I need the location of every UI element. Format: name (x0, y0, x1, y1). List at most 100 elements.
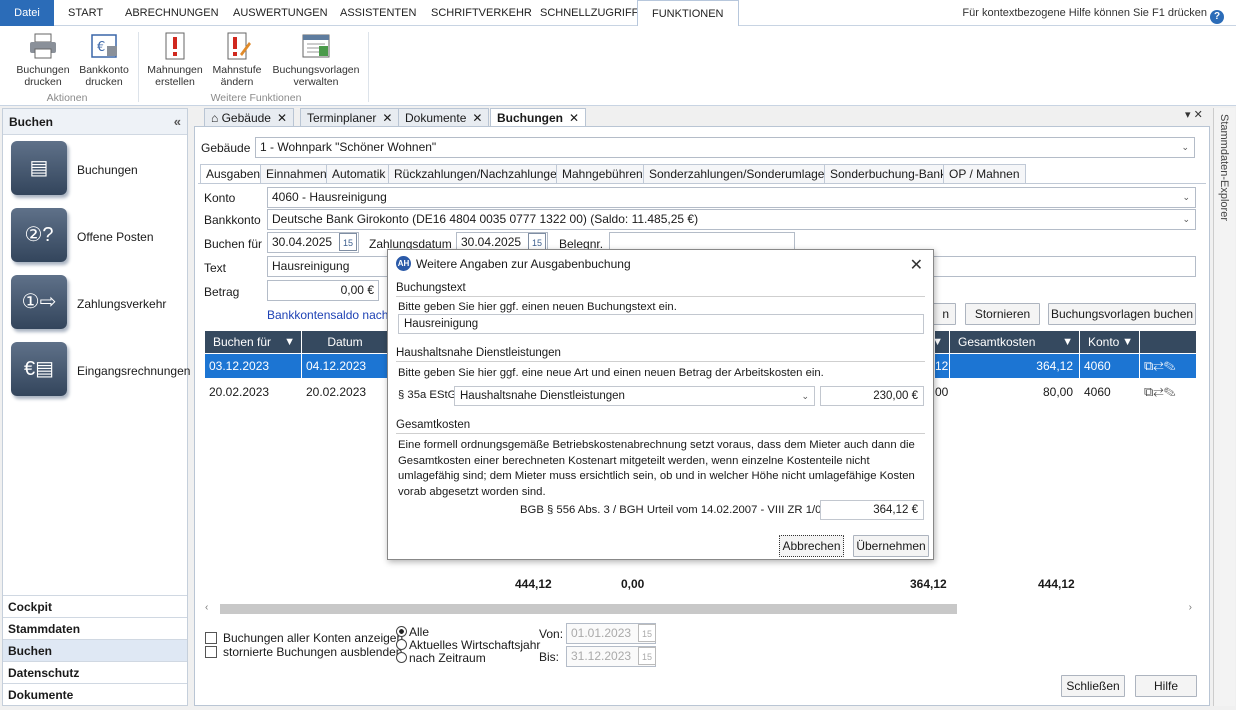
tab-sonderzahlungen[interactable]: Sonderzahlungen/Sonderumlagen (643, 164, 838, 183)
doc-tab-buchungen[interactable]: Buchungen ✕ (490, 108, 587, 126)
file-menu[interactable]: Datei (0, 0, 54, 26)
manage-templates-button[interactable]: Buchungsvorlagen verwalten (270, 30, 362, 88)
close-icon[interactable]: ✕ (382, 111, 392, 125)
table-cell[interactable]: 4060 (1080, 380, 1139, 404)
nav-buchen[interactable]: Buchen (3, 639, 187, 661)
collapse-icon[interactable]: « (174, 109, 181, 135)
bankkonto-select[interactable]: Deutsche Bank Girokonto (DE16 4804 0035 … (267, 209, 1196, 230)
change-reminder-level-button[interactable]: Mahnstufe ändern (208, 30, 266, 88)
tab-auswertungen[interactable]: AUSWERTUNGEN (219, 0, 342, 26)
help-button[interactable]: Hilfe (1135, 675, 1197, 697)
doc-tab-dokumente[interactable]: Dokumente ✕ (398, 108, 490, 126)
dienstleistung-select[interactable]: Haushaltsnahe Dienstleistungen ⌄ (454, 386, 815, 406)
table-cell[interactable]: 364,12 (950, 354, 1079, 378)
print-bank-button[interactable]: € Bankkonto drucken (74, 30, 134, 88)
betrag-input[interactable]: 0,00 € (267, 280, 379, 301)
close-all-icon[interactable]: ✕ (1194, 109, 1203, 121)
close-icon[interactable]: ✕ (472, 111, 482, 125)
konto-value: 4060 - Hausreinigung (272, 190, 387, 204)
calendar-icon[interactable]: 15 (638, 624, 656, 642)
nav-stammdaten[interactable]: Stammdaten (3, 617, 187, 639)
radio-wirtschaftsjahr[interactable] (396, 639, 407, 650)
cancel-button[interactable]: Abbrechen (779, 535, 844, 557)
help-icon[interactable]: ? (1210, 10, 1224, 24)
copy-icon[interactable]: ⧉ (1144, 358, 1153, 373)
table-cell[interactable]: 12 (935, 354, 949, 378)
tab-assistenten[interactable]: ASSISTENTEN (326, 0, 430, 26)
stammdaten-explorer-panel[interactable]: Stammdaten-Explorer (1213, 108, 1235, 706)
horizontal-scrollbar[interactable]: ‹ › (205, 602, 1196, 616)
scrollbar-thumb[interactable] (220, 604, 957, 614)
tab-mahngebuehren[interactable]: Mahngebühren (556, 164, 649, 183)
sidebar-item-offene-posten[interactable]: ②? Offene Posten (11, 208, 187, 266)
document-tabs: ⌂ Gebäude ✕ Terminplaner ✕ Dokumente ✕ Buch… (190, 108, 1212, 126)
close-icon[interactable]: ✕ (569, 111, 579, 125)
app-logo-icon: AH (396, 256, 411, 271)
column-header-gesamtkosten[interactable]: Gesamtkosten ▼ (950, 331, 1079, 353)
filter-icon[interactable]: ▼ (1122, 331, 1133, 353)
bankkontensaldo-link[interactable]: Bankkontensaldo nach B (267, 308, 400, 322)
sidebar-item-zahlungsverkehr[interactable]: ①⇨ Zahlungsverkehr (11, 275, 187, 333)
buchungsvorlagen-buchen-button[interactable]: Buchungsvorlagen buchen (1048, 303, 1196, 325)
table-cell[interactable]: 20.02.2023 (205, 380, 301, 404)
tab-list-icon[interactable]: ▾ (1185, 109, 1191, 121)
copy-icon[interactable]: ⧉ (1144, 384, 1153, 399)
tab-schnellzugriff[interactable]: SCHNELLZUGRIFF (526, 0, 652, 26)
doc-tab-terminplaner[interactable]: Terminplaner ✕ (300, 108, 400, 126)
nav-cockpit[interactable]: Cockpit (3, 595, 187, 617)
stornieren-button[interactable]: Stornieren (965, 303, 1040, 325)
radio-alle[interactable] (396, 626, 407, 637)
tab-ausgaben[interactable]: Ausgaben (200, 164, 267, 184)
tab-automatik[interactable]: Automatik (326, 164, 392, 183)
tab-op-mahnen[interactable]: OP / Mahnen (943, 164, 1026, 183)
table-cell[interactable]: 20.02.2023 (302, 380, 388, 404)
close-icon[interactable]: ✕ (277, 111, 287, 125)
column-header-konto[interactable]: Konto ▼ (1080, 331, 1139, 353)
radio-zeitraum[interactable] (396, 652, 407, 663)
filter-icon[interactable]: ▼ (284, 331, 295, 353)
edit-icon[interactable]: ✎ (1164, 384, 1176, 399)
manage-templates-label-1: Buchungsvorlagen (272, 64, 360, 76)
column-header-hidden[interactable]: ▼ (932, 331, 949, 353)
tab-abrechnungen[interactable]: ABRECHNUNGEN (111, 0, 233, 26)
transfer-icon[interactable]: ⇄ (1153, 358, 1163, 373)
create-reminders-button[interactable]: Mahnungen erstellen (144, 30, 206, 88)
nav-dokumente[interactable]: Dokumente (3, 683, 187, 705)
calendar-icon[interactable]: 15 (638, 647, 656, 665)
apply-button[interactable]: Übernehmen (853, 535, 929, 557)
table-cell[interactable]: 04.12.2023 (302, 354, 388, 378)
transfer-icon[interactable]: ⇄ (1153, 384, 1163, 399)
doc-tab-gebaeude[interactable]: ⌂ Gebäude ✕ (204, 108, 295, 126)
checkbox-stornierte[interactable] (205, 646, 217, 658)
konto-select[interactable]: 4060 - Hausreinigung ⌄ (267, 187, 1196, 208)
close-icon[interactable]: ✕ (910, 252, 923, 280)
estg-label: § 35a EStG (398, 389, 457, 401)
edit-icon[interactable]: ✎ (1164, 358, 1176, 373)
table-cell[interactable]: 4060 (1080, 354, 1139, 378)
nav-datenschutz[interactable]: Datenschutz (3, 661, 187, 683)
buchungstext-input[interactable]: Hausreinigung (398, 314, 924, 334)
scroll-left-icon[interactable]: ‹ (205, 602, 208, 613)
table-cell[interactable]: 80,00 (950, 380, 1079, 404)
gesamtkosten-input[interactable]: 364,12 € (820, 500, 924, 520)
tab-rueckzahlungen[interactable]: Rückzahlungen/Nachzahlungen (388, 164, 570, 183)
table-cell[interactable]: 00 (935, 380, 949, 404)
gebaeude-select[interactable]: 1 - Wohnpark "Schöner Wohnen" ⌄ (255, 137, 1195, 158)
tab-start[interactable]: START (54, 0, 117, 26)
sidebar-item-eingangsrechnungen[interactable]: €▤ Eingangsrechnungen (11, 342, 190, 400)
print-bookings-button[interactable]: Buchungen drucken (12, 30, 74, 88)
calendar-icon[interactable]: 15 (339, 233, 357, 251)
table-cell[interactable]: 03.12.2023 (205, 354, 301, 378)
sidebar-item-buchungen[interactable]: ▤ Buchungen (11, 141, 187, 199)
tab-sonderbuchung-bank[interactable]: Sonderbuchung-Bank (824, 164, 953, 183)
column-header-buchen-fuer[interactable]: Buchen für ▼ (205, 331, 301, 353)
tab-einnahmen[interactable]: Einnahmen (260, 164, 333, 183)
arbeitskosten-input[interactable]: 230,00 € (820, 386, 924, 406)
scroll-right-icon[interactable]: › (1189, 602, 1192, 613)
tab-funktionen[interactable]: FUNKTIONEN (637, 0, 739, 27)
close-button[interactable]: Schließen (1061, 675, 1125, 697)
filter-icon[interactable]: ▼ (1062, 331, 1073, 353)
checkbox-alle-konten[interactable] (205, 632, 217, 644)
column-header-datum[interactable]: Datum (302, 331, 388, 353)
buchenfuer-label: Buchen für (204, 237, 263, 251)
